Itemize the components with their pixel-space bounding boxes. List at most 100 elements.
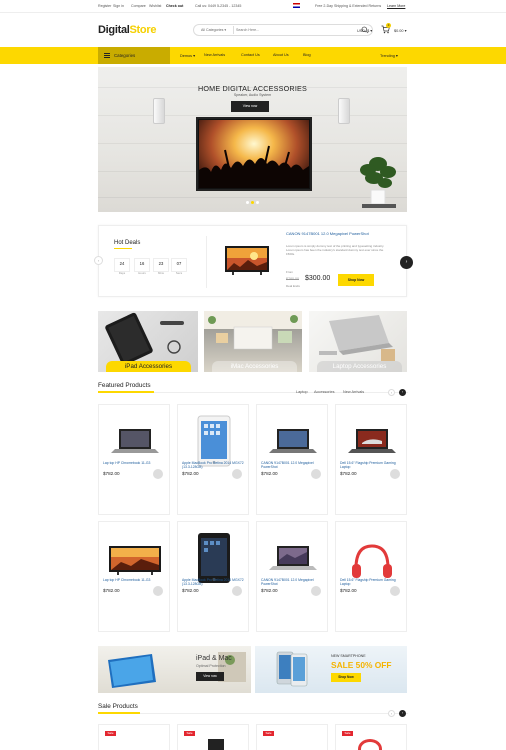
hot-deals-title: Hot Deals	[114, 240, 141, 246]
slide-dot[interactable]	[246, 201, 249, 204]
banner-right-title: SALE 50% OFF	[331, 660, 392, 670]
trending-menu[interactable]: Trending ▾	[380, 53, 398, 58]
sale-prev-button[interactable]: ‹	[388, 710, 395, 717]
tv-product-image	[107, 542, 163, 582]
add-to-cart-icon[interactable]	[390, 469, 400, 479]
product-price: $782.00	[103, 588, 120, 593]
hot-deal-price: $300.00	[305, 275, 331, 282]
categories-button[interactable]: Categories	[98, 47, 170, 64]
banner-right-shop-now-button[interactable]: Shop Now	[331, 673, 361, 682]
search-input[interactable]	[236, 25, 356, 35]
sale-product-image	[358, 739, 382, 750]
product-card[interactable]: Apple MacBook Pro Retina 2014 MGX72 (13.…	[177, 521, 249, 632]
sale-product-card[interactable]: Sale	[177, 724, 249, 750]
call-us-text: Call us: 0449 5-2345 - 12345	[195, 4, 242, 8]
banner-ipad-mac[interactable]: iPad & Mac Optimal Protection View now	[98, 646, 251, 693]
title-underline	[114, 248, 132, 249]
tablet-product-image	[197, 415, 231, 467]
learn-more-link[interactable]: Learn More	[387, 4, 405, 8]
laptop-product-image	[265, 425, 321, 465]
sale-badge: Sale	[263, 731, 274, 736]
search-category-select[interactable]: All Categories ▾	[201, 28, 226, 32]
tab-accessories[interactable]: Accessories	[314, 390, 334, 394]
shipping-text: Free 2-Day Shipping & Extended Returns	[315, 4, 382, 8]
compare-link[interactable]: Compare	[131, 4, 146, 8]
nav-item-about-us[interactable]: About Us	[273, 53, 289, 57]
countdown-secs-label: Secs	[175, 271, 183, 275]
product-card[interactable]: Lap top HP Chromebook 11-G3 $782.00	[98, 404, 170, 515]
countdown-days-label: Days	[118, 271, 126, 275]
hot-deal-product-image[interactable]	[224, 245, 270, 277]
category-tile-ipad[interactable]: iPad Accessories	[98, 311, 198, 372]
banner-left-view-now-button[interactable]: View now	[196, 672, 224, 681]
trending-label: Trending	[380, 54, 395, 58]
add-to-cart-icon[interactable]	[232, 586, 242, 596]
tab-laptop[interactable]: Laptop	[296, 390, 308, 394]
banner-smartphone[interactable]: NEW SMARTPHONE SALE 50% OFF Shop Now	[255, 646, 407, 693]
checkout-link[interactable]: Check out	[166, 4, 183, 8]
banner-left-subtitle: Optimal Protection	[196, 664, 226, 668]
sale-badge: Sale	[105, 731, 116, 736]
hot-deals-next-button[interactable]: ›	[400, 256, 413, 269]
category-tile-imac[interactable]: iMac Accessories	[204, 311, 302, 372]
add-to-cart-icon[interactable]	[153, 469, 163, 479]
tv-screen-image	[199, 120, 309, 188]
featured-next-button[interactable]: ›	[399, 389, 406, 396]
banner-left-title: iPad & Mac	[196, 655, 232, 662]
nav-item-blog[interactable]: Blog	[303, 53, 311, 57]
product-card[interactable]: CANON 9147B001 12.0 Megapixel PowerShot …	[256, 404, 328, 515]
category-tile-label: Laptop Accessories	[317, 361, 402, 372]
add-to-cart-icon[interactable]	[390, 586, 400, 596]
product-name[interactable]: Lap top HP Chromebook 11-G3	[103, 578, 169, 582]
product-price: $782.00	[261, 471, 278, 476]
banner-right-kicker: NEW SMARTPHONE	[331, 654, 366, 658]
add-to-cart-icon[interactable]	[311, 586, 321, 596]
countdown-secs: 07	[171, 258, 187, 272]
logo[interactable]: DigitalStore	[98, 24, 156, 36]
featured-prev-button[interactable]: ‹	[388, 389, 395, 396]
wishlist-link[interactable]: Wishlist	[149, 4, 161, 8]
sale-product-card[interactable]: Sale	[98, 724, 170, 750]
currency-select[interactable]: USD, $ ▾	[357, 28, 372, 33]
headphones-product-image	[344, 542, 400, 582]
slide-dot[interactable]	[256, 201, 259, 204]
product-card[interactable]: CANON 9147B001 12.0 Megapixel PowerShot …	[256, 521, 328, 632]
category-tile-label: iMac Accessories	[212, 361, 297, 372]
product-name[interactable]: Lap top HP Chromebook 11-G3	[103, 461, 169, 465]
featured-products-title: Featured Products	[98, 382, 151, 389]
add-to-cart-icon[interactable]	[311, 469, 321, 479]
hot-deal-from-label: From	[286, 270, 293, 274]
speaker-left-image	[153, 98, 165, 124]
nav-item-contact-us[interactable]: Contact Us	[241, 53, 260, 57]
countdown-hours: 16	[134, 258, 150, 272]
add-to-cart-icon[interactable]	[232, 469, 242, 479]
search-category-label: All Categories	[201, 28, 224, 32]
category-tile-laptop[interactable]: Laptop Accessories	[309, 311, 407, 372]
hot-deal-product-name[interactable]: CANON 9147B001 12.0 Megapixel PowerShot	[286, 231, 386, 236]
nav-item-new-arrivals[interactable]: New Arrivals	[204, 53, 225, 57]
sale-product-card[interactable]: Sale	[256, 724, 328, 750]
hot-deal-ends-label: Deal Ends	[286, 284, 300, 288]
product-card[interactable]: Dell 15.6" Flagship Premium Gaming Lapto…	[335, 404, 407, 515]
laptop-product-image	[344, 425, 400, 465]
tab-new-arrivals[interactable]: New Arrivals	[343, 390, 364, 394]
nav-item-demos[interactable]: Demos ▾	[180, 53, 195, 58]
product-card[interactable]: Dell 15.6" Flagship Premium Gaming Lapto…	[335, 521, 407, 632]
add-to-cart-icon[interactable]	[153, 586, 163, 596]
cart-total[interactable]: $0.00 ▾	[394, 28, 406, 33]
slide-view-now-button[interactable]: View now	[231, 101, 269, 112]
product-price: $782.00	[182, 471, 199, 476]
countdown-days: 24	[114, 258, 130, 272]
hot-deal-shop-now-button[interactable]: Shop Now	[338, 274, 374, 286]
product-card[interactable]: Apple MacBook Pro Retina 2014 MGX72 (13.…	[177, 404, 249, 515]
slide-dot-active[interactable]	[251, 201, 254, 204]
language-flag-icon[interactable]	[293, 3, 300, 8]
sale-next-button[interactable]: ›	[399, 710, 406, 717]
countdown-hours-label: Hours	[138, 271, 146, 275]
sale-product-card[interactable]: Sale	[335, 724, 407, 750]
hot-deals-prev-button[interactable]: ‹	[94, 256, 103, 265]
register-link[interactable]: Register	[98, 4, 111, 8]
signin-link[interactable]: Sign in	[113, 4, 124, 8]
product-card[interactable]: Lap top HP Chromebook 11-G3 $782.00	[98, 521, 170, 632]
speaker-right-image	[338, 98, 350, 124]
